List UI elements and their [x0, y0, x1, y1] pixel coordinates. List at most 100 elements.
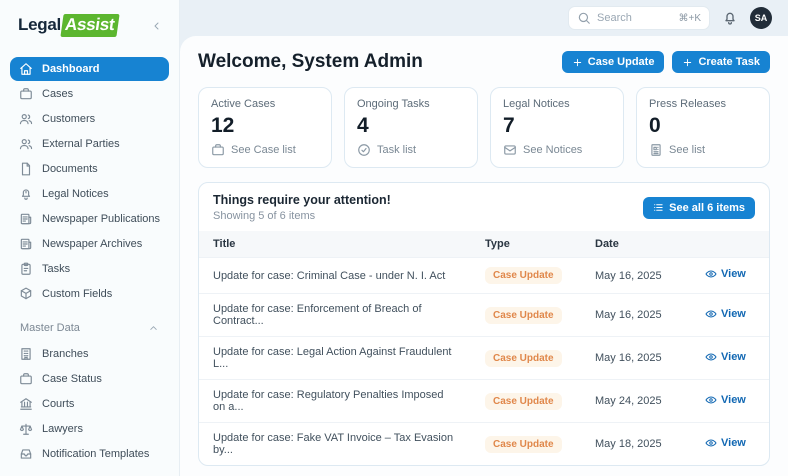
users-icon: [19, 112, 33, 126]
list-icon: [653, 202, 664, 213]
sidebar-collapse-button[interactable]: [151, 20, 163, 32]
search-input[interactable]: [597, 12, 667, 24]
user-group-icon: [19, 137, 33, 151]
type-badge: Case Update: [485, 349, 562, 367]
sidebar-item-branches[interactable]: Branches: [10, 342, 169, 366]
newspaper-icon: [19, 237, 33, 251]
sidebar-item-documents[interactable]: Documents: [10, 157, 169, 181]
logo-accent: Assist: [60, 14, 120, 37]
stat-card-link[interactable]: Task list: [357, 143, 465, 157]
stat-card-link[interactable]: See list: [649, 143, 757, 157]
eye-icon: [705, 351, 717, 363]
check-circle-icon: [357, 143, 371, 157]
table-row[interactable]: Update for case: Regulatory Penalties Im…: [199, 379, 769, 423]
attention-subtitle: Showing 5 of 6 items: [213, 210, 316, 222]
notifications-button[interactable]: [722, 10, 738, 26]
sidebar: Legal Assist Dashboard Cases Customers Ex…: [0, 0, 180, 476]
envelope-icon: [503, 143, 517, 157]
chevron-up-icon: [148, 323, 159, 334]
eye-icon: [705, 437, 717, 449]
sidebar-item-customers[interactable]: Customers: [10, 107, 169, 131]
clipboard-icon: [19, 262, 33, 276]
home-icon: [19, 62, 33, 76]
view-link[interactable]: View: [705, 351, 746, 363]
page-title: Welcome, System Admin: [198, 51, 423, 72]
sidebar-item-dashboard[interactable]: Dashboard: [10, 57, 169, 81]
notice-bell-icon: [19, 187, 33, 201]
search-box[interactable]: ⌘+K: [568, 6, 710, 30]
eye-icon: [705, 308, 717, 320]
column-header-type: Type: [471, 231, 581, 258]
create-task-button[interactable]: Create Task: [672, 51, 770, 73]
news-icon: [649, 143, 663, 157]
app-logo: Legal Assist: [18, 14, 120, 37]
type-badge: Case Update: [485, 306, 562, 324]
sidebar-item-lawyers[interactable]: Lawyers: [10, 417, 169, 441]
topbar: ⌘+K SA: [180, 0, 788, 36]
sidebar-item-tasks[interactable]: Tasks: [10, 257, 169, 281]
document-icon: [19, 162, 33, 176]
sidebar-section-master-data[interactable]: Master Data: [20, 322, 159, 334]
view-link[interactable]: View: [705, 308, 746, 320]
sidebar-item-case-status[interactable]: Case Status: [10, 367, 169, 391]
inbox-icon: [19, 447, 33, 461]
stat-card-link[interactable]: See Notices: [503, 143, 611, 157]
sidebar-master-nav: Branches Case Status Courts Lawyers Noti…: [0, 342, 179, 466]
sidebar-item-courts[interactable]: Courts: [10, 392, 169, 416]
section-label: Master Data: [20, 322, 80, 334]
newspaper-icon: [19, 212, 33, 226]
attention-title: Things require your attention!: [213, 193, 391, 207]
type-badge: Case Update: [485, 267, 562, 284]
brand-row: Legal Assist: [0, 10, 179, 49]
sidebar-nav: Dashboard Cases Customers External Parti…: [0, 57, 179, 306]
view-link[interactable]: View: [705, 268, 746, 280]
table-row[interactable]: Update for case: Enforcement of Breach o…: [199, 293, 769, 337]
attention-panel: Things require your attention! Showing 5…: [198, 182, 770, 466]
attention-table: Title Type Date Update for case: Crimina…: [199, 231, 769, 465]
view-link[interactable]: View: [705, 394, 746, 406]
eye-icon: [705, 394, 717, 406]
court-icon: [19, 397, 33, 411]
case-update-button[interactable]: Case Update: [561, 51, 665, 73]
view-link[interactable]: View: [705, 437, 746, 449]
scales-icon: [19, 422, 33, 436]
cube-icon: [19, 287, 33, 301]
sidebar-item-external-parties[interactable]: External Parties: [10, 132, 169, 156]
building-icon: [19, 347, 33, 361]
briefcase-icon: [19, 372, 33, 386]
sidebar-item-cases[interactable]: Cases: [10, 82, 169, 106]
sidebar-item-newspaper-archives[interactable]: Newspaper Archives: [10, 232, 169, 256]
column-header-date: Date: [581, 231, 691, 258]
stat-card-legal-notices: Legal Notices 7 See Notices: [490, 87, 624, 168]
search-shortcut: ⌘+K: [678, 12, 701, 24]
type-badge: Case Update: [485, 435, 562, 453]
see-all-items-button[interactable]: See all 6 items: [643, 196, 755, 219]
briefcase-icon: [211, 143, 225, 157]
table-row[interactable]: Update for case: Criminal Case - under N…: [199, 257, 769, 294]
stat-card-ongoing-tasks: Ongoing Tasks 4 Task list: [344, 87, 478, 168]
chevron-left-icon: [151, 20, 163, 32]
avatar[interactable]: SA: [750, 7, 772, 29]
column-header-action: [691, 231, 769, 258]
stat-card-active-cases: Active Cases 12 See Case list: [198, 87, 332, 168]
stat-card-link[interactable]: See Case list: [211, 143, 319, 157]
briefcase-icon: [19, 87, 33, 101]
column-header-title: Title: [199, 231, 471, 258]
sidebar-item-notification-templates[interactable]: Notification Templates: [10, 442, 169, 466]
main-panel: Welcome, System Admin Case Update Create…: [180, 36, 788, 476]
table-row[interactable]: Update for case: Fake VAT Invoice – Tax …: [199, 422, 769, 465]
stat-cards-row: Active Cases 12 See Case list Ongoing Ta…: [198, 87, 770, 168]
sidebar-item-custom-fields[interactable]: Custom Fields: [10, 282, 169, 306]
table-header-row: Title Type Date: [199, 231, 769, 258]
table-row[interactable]: Update for case: Legal Action Against Fr…: [199, 336, 769, 380]
plus-icon: [682, 57, 693, 68]
plus-icon: [572, 57, 583, 68]
stat-card-press-releases: Press Releases 0 See list: [636, 87, 770, 168]
sidebar-item-newspaper-publications[interactable]: Newspaper Publications: [10, 207, 169, 231]
eye-icon: [705, 268, 717, 280]
bell-icon: [722, 10, 738, 26]
sidebar-item-legal-notices[interactable]: Legal Notices: [10, 182, 169, 206]
search-icon: [577, 11, 591, 25]
type-badge: Case Update: [485, 392, 562, 410]
app-window: Legal Assist Dashboard Cases Customers Ex…: [0, 0, 788, 476]
